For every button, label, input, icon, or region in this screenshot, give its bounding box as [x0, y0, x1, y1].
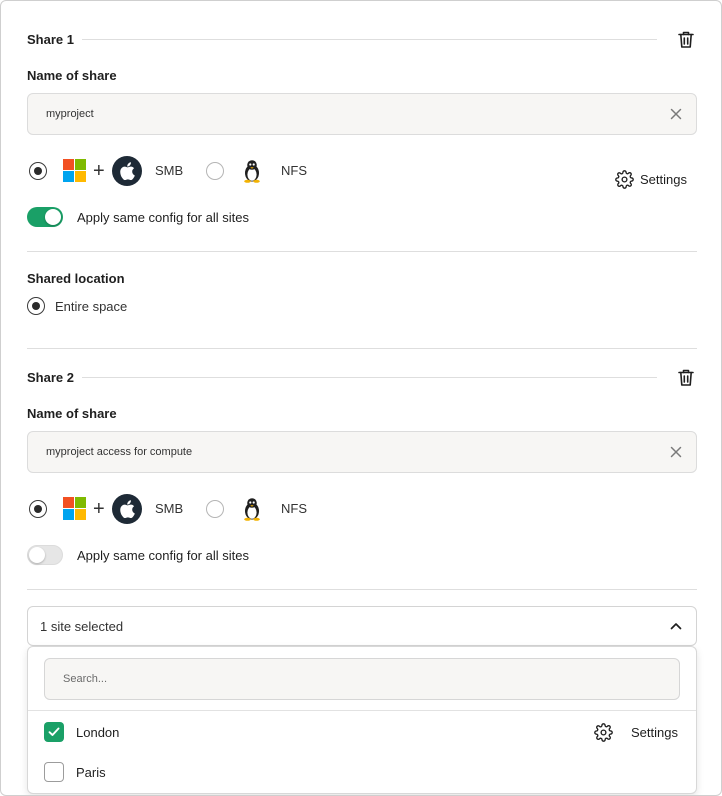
- sites-select-value: 1 site selected: [40, 618, 124, 634]
- share-config-panel: Share 1 Name of share myproject + SMB NF…: [0, 0, 722, 796]
- linux-tux-icon: [244, 498, 260, 521]
- toggle-knob: [45, 209, 61, 225]
- site-london-checkbox[interactable]: [44, 722, 64, 742]
- gear-icon: [594, 722, 613, 742]
- share-2-header: Share 2: [27, 365, 697, 389]
- share-1-delete-button[interactable]: [675, 28, 697, 50]
- site-paris-label: Paris: [76, 764, 106, 780]
- share-2-protocol-row: + SMB NFS: [27, 494, 697, 524]
- sites-search-input[interactable]: [44, 658, 680, 700]
- share-2-name-label: Name of share: [27, 406, 117, 421]
- share-1-settings-button[interactable]: Settings: [615, 170, 687, 189]
- site-london-settings-label: Settings: [631, 724, 678, 740]
- share-2-title: Share 2: [27, 369, 74, 385]
- windows-logo-icon: [63, 159, 87, 183]
- trash-icon: [678, 369, 694, 386]
- site-item-paris[interactable]: Paris: [44, 760, 684, 784]
- site-item-london[interactable]: London Settings: [44, 720, 684, 744]
- check-icon: [48, 727, 60, 736]
- share-2-divider: [27, 589, 697, 590]
- location-option-row: Entire space: [27, 296, 127, 316]
- windows-logo-icon: [63, 497, 87, 521]
- share-2-apply-same-toggle[interactable]: [27, 545, 63, 565]
- share-1-divider: [27, 251, 697, 252]
- share-2-clear-button[interactable]: [656, 432, 696, 472]
- share-1-header: Share 1: [27, 27, 697, 51]
- share-2-name-input[interactable]: myproject access for compute: [27, 431, 697, 473]
- site-london-label: London: [76, 724, 120, 740]
- site-paris-checkbox[interactable]: [44, 762, 64, 782]
- sites-select-toggle[interactable]: [656, 606, 696, 646]
- plus-sign: +: [93, 498, 105, 520]
- share-1-smb-label: SMB: [155, 163, 184, 178]
- toggle-knob: [29, 547, 45, 563]
- share-1-apply-same-label: Apply same config for all sites: [77, 209, 249, 225]
- apple-logo-icon: [112, 156, 142, 186]
- chevron-up-icon: [670, 623, 682, 630]
- share-1-clear-button[interactable]: [656, 94, 696, 134]
- share-1-protocol-row: + SMB NFS Settings: [27, 156, 697, 189]
- share-2-header-line: [81, 376, 657, 378]
- share-1-name-value[interactable]: myproject: [46, 108, 656, 120]
- share-1-nfs-label: NFS: [281, 163, 307, 178]
- sites-select[interactable]: 1 site selected: [27, 606, 697, 646]
- share-2-apply-same-label: Apply same config for all sites: [77, 547, 249, 563]
- linux-tux-icon: [244, 160, 260, 183]
- gear-icon: [615, 170, 634, 189]
- share-2-nfs-label: NFS: [281, 501, 307, 516]
- close-icon: [670, 446, 682, 458]
- share-2-smb-label: SMB: [155, 501, 184, 516]
- trash-icon: [678, 31, 694, 48]
- share-1-settings-label: Settings: [640, 172, 687, 187]
- site-london-settings-button[interactable]: Settings: [594, 722, 678, 742]
- share-2-delete-button[interactable]: [675, 366, 697, 388]
- shared-location-label: Shared location: [27, 271, 125, 286]
- sites-dropdown: London Settings Paris: [27, 646, 697, 794]
- share-1-title: Share 1: [27, 31, 74, 47]
- share-1-name-label: Name of share: [27, 68, 117, 83]
- share-1-smb-radio[interactable]: [29, 162, 47, 180]
- apple-logo-icon: [112, 494, 142, 524]
- share-2-smb-radio[interactable]: [29, 500, 47, 518]
- share-1-header-line: [81, 38, 657, 40]
- entire-space-radio[interactable]: [27, 297, 45, 315]
- share-2-nfs-radio[interactable]: [206, 500, 224, 518]
- share-2-name-value[interactable]: myproject access for compute: [46, 446, 656, 458]
- share-1-apply-same-row: Apply same config for all sites: [27, 206, 249, 228]
- plus-sign: +: [93, 160, 105, 182]
- close-icon: [670, 108, 682, 120]
- share-2-apply-same-row: Apply same config for all sites: [27, 544, 249, 566]
- shares-divider: [27, 348, 697, 349]
- sites-dropdown-divider: [28, 710, 696, 711]
- entire-space-label: Entire space: [55, 298, 128, 314]
- share-1-apply-same-toggle[interactable]: [27, 207, 63, 227]
- share-1-nfs-radio[interactable]: [206, 162, 224, 180]
- share-1-name-input[interactable]: myproject: [27, 93, 697, 135]
